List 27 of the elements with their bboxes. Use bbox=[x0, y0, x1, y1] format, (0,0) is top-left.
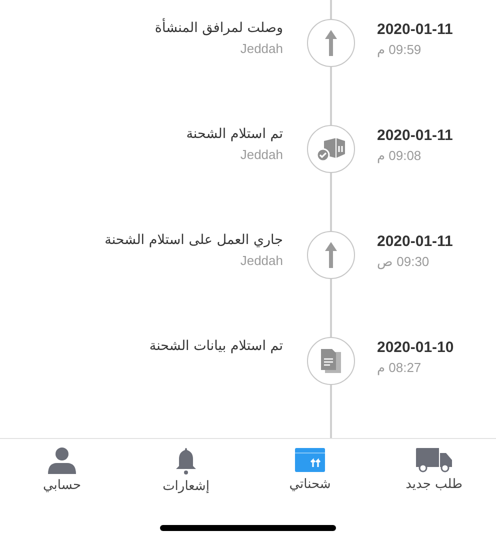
tab-bar-item[interactable]: شحناتي bbox=[248, 439, 372, 501]
event-time: 08:27 م bbox=[377, 360, 422, 375]
event-title: جاري العمل على استلام الشحنة bbox=[104, 232, 283, 248]
event-date: 2020-01-11 bbox=[377, 21, 453, 38]
event-time: 09:08 م bbox=[377, 148, 422, 163]
tab-bar-item[interactable]: طلب جديد bbox=[372, 439, 496, 501]
event-date: 2020-01-10 bbox=[377, 339, 454, 356]
event-location: Jeddah bbox=[240, 147, 283, 162]
box-check-icon bbox=[316, 136, 346, 162]
event-date: 2020-01-11 bbox=[377, 233, 453, 250]
up-arrow-icon bbox=[324, 241, 338, 269]
person-icon bbox=[47, 447, 77, 474]
truck-icon bbox=[415, 447, 453, 473]
event-date: 2020-01-11 bbox=[377, 127, 453, 144]
event-title: وصلت لمرافق المنشأة bbox=[154, 20, 283, 36]
event-title: تم استلام الشحنة bbox=[186, 126, 283, 142]
box-icon bbox=[294, 447, 326, 473]
event-time: 09:59 م bbox=[377, 42, 422, 57]
event-location: Jeddah bbox=[240, 41, 283, 56]
event-time: 09:30 ص bbox=[377, 254, 430, 269]
bell-icon bbox=[175, 447, 197, 475]
tab-bar-item[interactable]: حسابي bbox=[0, 439, 124, 501]
event-location: Jeddah bbox=[240, 253, 283, 268]
document-icon bbox=[320, 348, 342, 374]
up-arrow-icon bbox=[324, 29, 338, 57]
event-title: تم استلام بيانات الشحنة bbox=[149, 338, 283, 354]
tab-bar-item[interactable]: إشعارات bbox=[124, 439, 248, 501]
